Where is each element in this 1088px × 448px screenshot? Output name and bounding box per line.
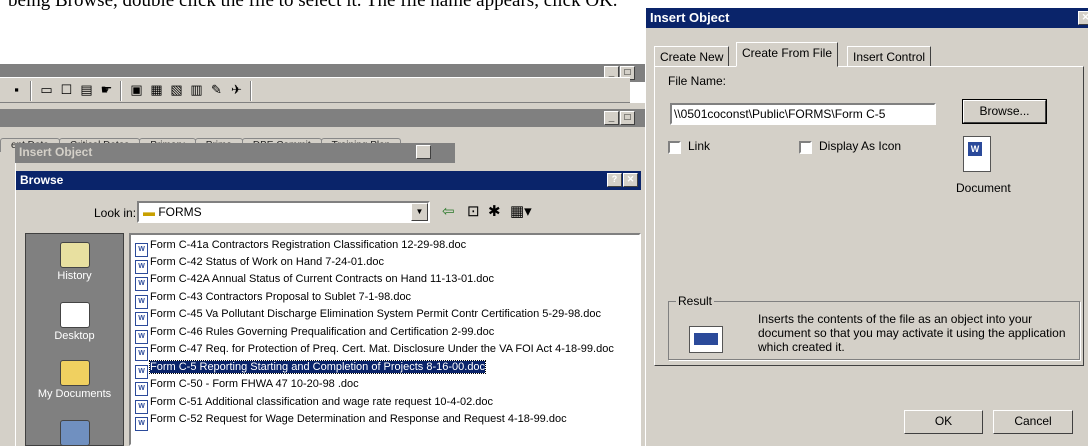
up-folder-icon[interactable]: ⊡ <box>467 203 480 221</box>
folder-icon[interactable]: ▥ <box>188 82 205 98</box>
file-list: W Form C-41a Contractors Registration Cla… <box>129 233 641 446</box>
file-name: Form C-43 Contractors Proposal to Sublet… <box>150 291 412 303</box>
fields-icon[interactable]: ▤ <box>78 82 95 98</box>
list-item[interactable]: W Form C-46 Rules Governing Prequalificat… <box>135 324 495 344</box>
child-title-bar <box>0 109 645 127</box>
list-item[interactable]: W Form C-51 Additional classification and… <box>135 394 494 414</box>
toolbar-separator <box>250 81 252 101</box>
computer-icon <box>59 420 90 446</box>
display-as-icon-checkbox[interactable] <box>799 141 812 154</box>
result-icon <box>689 326 723 353</box>
list-item[interactable]: W Form C-52 Request for Wage Determinatio… <box>135 411 567 431</box>
report-icon[interactable]: ▣ <box>128 82 145 98</box>
list-item[interactable]: W Form C-47 Req. for Protection of Preq. … <box>135 341 614 361</box>
my-documents-icon <box>59 360 90 386</box>
help-button[interactable]: ? <box>607 173 622 187</box>
list-item[interactable]: W Form C-41a Contractors Registration Cla… <box>135 237 467 257</box>
file-name: Form C-51 Additional classification and … <box>150 396 494 408</box>
insert-object-title-bar: Insert Object ✕ <box>15 143 455 163</box>
report2-icon[interactable]: ▦ <box>148 82 165 98</box>
browse-dialog: Browse ? ✕ Look in: ▬ FORMS ▼ ⇦ ⊡ ✱ ▦▾ H… <box>15 163 641 446</box>
list-item[interactable]: W Form C-45 Va Pollutant Discharge Elimin… <box>135 306 601 326</box>
file-name: Form C-50 - Form FHWA 47 10-20-98 .doc <box>150 378 359 390</box>
place-my-documents[interactable]: My Documents <box>26 360 123 400</box>
look-in-value: FORMS <box>158 205 202 219</box>
link-checkbox[interactable] <box>668 141 681 154</box>
tab-insert-control[interactable]: Insert Control <box>847 46 932 66</box>
place-desktop[interactable]: Desktop <box>26 302 123 342</box>
browse-button[interactable]: Browse... <box>962 99 1047 124</box>
form-icon[interactable]: ☐ <box>58 82 75 98</box>
browse-title-bar: Browse ? ✕ <box>16 171 641 190</box>
file-name: Form C-52 Request for Wage Determination… <box>150 413 567 425</box>
insert-object-dialog: Insert Object ✕ Create New Create From F… <box>645 8 1088 446</box>
comment-icon[interactable]: ▭ <box>38 82 55 98</box>
file-name: Form C-5 Reporting Starting and Completi… <box>148 360 487 374</box>
run-icon[interactable]: ✈ <box>228 82 245 98</box>
ok-button[interactable]: OK <box>904 410 983 434</box>
insert-object-close-button[interactable]: ✕ <box>416 145 431 159</box>
display-as-icon-label: Display As Icon <box>819 139 902 153</box>
word-doc-icon: W <box>135 417 148 431</box>
look-in-select[interactable]: ▬ FORMS ▼ <box>137 201 430 223</box>
file-name: Form C-47 Req. for Protection of Preq. C… <box>150 343 614 355</box>
back-icon[interactable]: ⇦ <box>442 203 455 221</box>
result-text: Inserts the contents of the file as an o… <box>758 312 1066 354</box>
new-folder-icon[interactable]: ✱ <box>488 203 501 221</box>
list-item[interactable]: W Form C-42A Annual Status of Current Con… <box>135 271 495 291</box>
place-my-documents-label: My Documents <box>37 388 112 400</box>
tab-create-new[interactable]: Create New <box>654 46 730 66</box>
icon-caption: Document <box>956 181 1011 195</box>
history-icon <box>59 242 90 268</box>
close-button[interactable]: ✕ <box>1078 11 1088 25</box>
instruction-text: being Browse, double click the file to s… <box>8 0 618 11</box>
desktop-icon <box>59 302 90 328</box>
folder-icon: ▬ <box>143 205 159 219</box>
toolbar-separator <box>30 81 32 101</box>
place-history-label: History <box>57 270 92 282</box>
place-desktop-label: Desktop <box>54 330 95 342</box>
dialog-title: Insert Object <box>650 10 730 25</box>
browse-close-button[interactable]: ✕ <box>623 173 638 187</box>
list-item[interactable]: W Form C-43 Contractors Proposal to Suble… <box>135 289 412 309</box>
child-restore-button[interactable]: □ <box>620 111 635 125</box>
list-item[interactable]: W Form C-50 - Form FHWA 47 10-20-98 .doc <box>135 376 359 396</box>
wizard-icon[interactable]: ✎ <box>208 82 225 98</box>
save-icon[interactable]: ▪ <box>8 82 25 98</box>
place-history[interactable]: History <box>26 242 123 282</box>
link-label: Link <box>688 139 711 153</box>
toolbar-separator <box>120 81 122 101</box>
chevron-down-icon[interactable]: ▼ <box>411 203 428 221</box>
file-name-label: File Name: <box>668 74 727 88</box>
pointer-icon[interactable]: ☛ <box>98 82 115 98</box>
child-minimize-button[interactable]: _ <box>604 111 619 125</box>
place-my-computer[interactable] <box>26 420 123 448</box>
views-menu-icon[interactable]: ▦▾ <box>510 203 532 221</box>
tab-create-from-file[interactable]: Create From File <box>736 42 839 67</box>
file-name: Form C-42A Annual Status of Current Cont… <box>150 273 495 285</box>
cancel-button[interactable]: Cancel <box>993 410 1073 434</box>
file-name-field[interactable]: \\0501coconst\Public\FORMS\Form C-5 <box>670 103 936 125</box>
underlying-form-edge <box>0 170 15 270</box>
look-in-label: Look in: <box>94 206 137 220</box>
file-name: Form C-45 Va Pollutant Discharge Elimina… <box>150 308 601 320</box>
file-name: Form C-46 Rules Governing Prequalificati… <box>150 326 495 338</box>
insert-object-title: Insert Object <box>19 145 93 159</box>
list-item-selected[interactable]: W Form C-5 Reporting Starting and Complet… <box>135 359 487 379</box>
file-name: Form C-41a Contractors Registration Clas… <box>150 239 467 251</box>
insert-object-title-bar: Insert Object ✕ <box>646 8 1088 28</box>
result-label: Result <box>676 294 715 308</box>
file-name: Form C-42 Status of Work on Hand 7-24-01… <box>150 256 384 268</box>
toolbar: ▪ ▭ ☐ ▤ ☛ ▣ ▦ ▧ ▥ ✎ ✈ <box>0 77 630 103</box>
ole-icon[interactable]: ▧ <box>168 82 185 98</box>
list-item[interactable]: W Form C-42 Status of Work on Hand 7-24-0… <box>135 254 384 274</box>
word-document-icon: W <box>963 136 991 172</box>
places-bar: History Desktop My Documents <box>25 233 124 446</box>
browse-title: Browse <box>20 173 64 187</box>
